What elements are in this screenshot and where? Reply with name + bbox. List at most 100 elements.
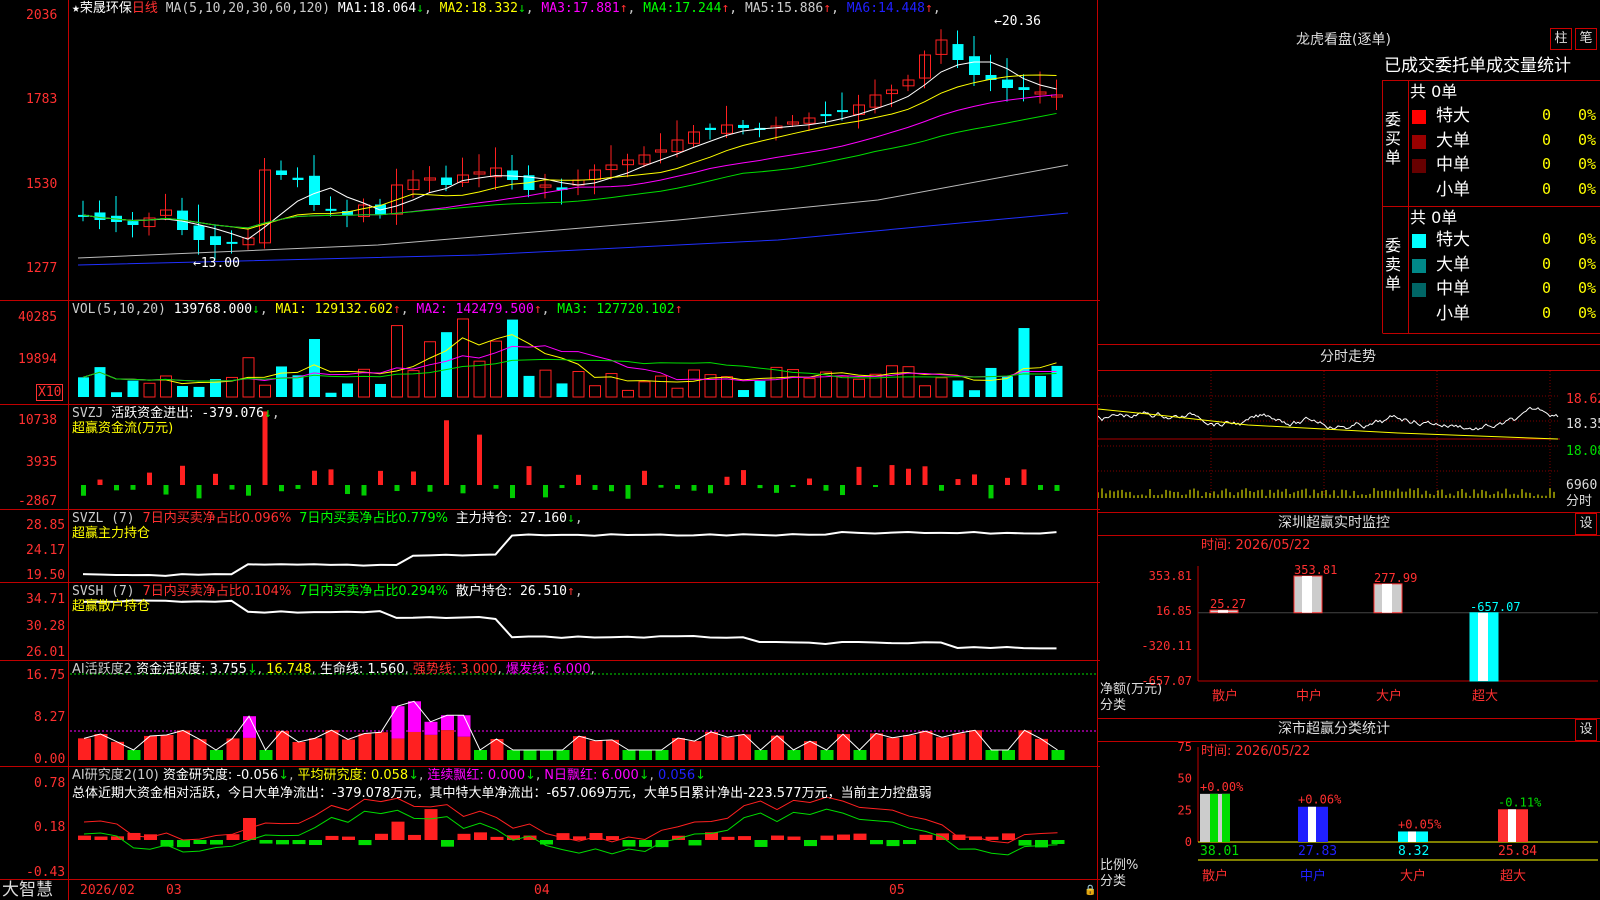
volume-bar	[325, 392, 337, 397]
fund-flow-bar	[196, 485, 202, 499]
classify-tick: 0	[1185, 835, 1192, 849]
ma-legend-item: MA5:	[744, 1, 777, 16]
research-bar	[804, 840, 817, 847]
order-size-label: 小单	[1436, 303, 1470, 324]
fund-flow-bar	[378, 470, 383, 485]
volume-bar	[259, 384, 271, 398]
retail-holding-line	[82, 599, 1057, 650]
volume-bar	[688, 369, 700, 398]
volume-bar	[919, 385, 931, 398]
period-label[interactable]: 日线	[132, 1, 158, 16]
research-bar	[622, 840, 636, 847]
stock-name[interactable]: 荣晟环保	[80, 1, 132, 16]
fund-flow-bar	[97, 479, 103, 485]
ma-line	[82, 74, 1057, 230]
svzj-sub: 超赢资金流(万元)	[72, 421, 174, 436]
lock-icon[interactable]: 🔒	[1084, 883, 1096, 898]
volume-bar	[94, 367, 106, 397]
activity-bar	[589, 740, 603, 760]
order-swatch	[1412, 234, 1426, 248]
chart-canvas[interactable]	[0, 0, 1100, 900]
activity-bar	[441, 730, 454, 760]
activity-bar	[342, 739, 355, 760]
fund-flow-bar	[312, 470, 317, 485]
volume-bar	[589, 385, 601, 398]
order-percent: 0%	[1578, 279, 1597, 297]
classify-settings-button[interactable]: 设	[1575, 719, 1597, 741]
order-size-label: 中单	[1436, 279, 1470, 299]
research-bar	[886, 840, 900, 847]
order-percent: 0%	[1578, 106, 1597, 124]
order-percent: 0%	[1578, 254, 1597, 273]
volume-bar	[127, 380, 139, 397]
activity-bar	[78, 738, 91, 760]
activity-bar	[820, 750, 834, 760]
monitor-tick: -320.11	[1141, 639, 1192, 653]
order-count: 0	[1542, 230, 1552, 248]
y-tick: 16.75	[26, 668, 66, 683]
research-bar	[771, 835, 784, 840]
candle-down	[226, 241, 238, 244]
intraday-title: 分时走势	[1320, 349, 1376, 365]
order-count: 0	[1542, 254, 1552, 273]
intraday-price: 18.62	[1566, 392, 1600, 407]
fund-flow-bar	[708, 485, 713, 494]
y-tick: 2036	[26, 8, 58, 23]
fund-flow-bar	[1021, 469, 1027, 485]
monitor-settings-button[interactable]: 设	[1575, 513, 1597, 535]
research-bar	[457, 833, 471, 840]
order-percent: 0%	[1578, 155, 1597, 173]
research-bar	[490, 836, 504, 840]
fund-flow-bar	[526, 466, 532, 485]
research-bar	[78, 835, 91, 840]
classify-title: 深市超赢分类统计	[1278, 721, 1390, 737]
order-size-label: 特大	[1436, 106, 1470, 126]
vol-header: VOL(5,10,20) 139768.000↓, MA1: 129132.60…	[72, 302, 683, 317]
tick-view-button[interactable]: 笔	[1575, 28, 1597, 50]
activity-bar	[424, 734, 438, 760]
intraday-chart[interactable]	[1098, 371, 1600, 512]
star-icon[interactable]: ★	[72, 1, 80, 16]
volume-bar	[738, 390, 749, 397]
monitor-category: 超大	[1472, 689, 1498, 704]
monitor-y-label: 净额(万元)	[1100, 682, 1163, 697]
volume-bar	[342, 383, 353, 397]
monitor-bar	[1293, 575, 1323, 614]
intraday-vol-label: 分时	[1566, 494, 1593, 509]
activity-bar	[639, 750, 652, 760]
activity-bar	[540, 750, 553, 760]
fund-flow-bar	[741, 470, 746, 485]
volume-bar	[507, 319, 518, 397]
fund-flow-bar	[840, 485, 845, 496]
volume-bar	[523, 375, 535, 397]
volume-bar	[276, 366, 287, 397]
volume-bar	[473, 360, 486, 398]
research-bar	[1051, 840, 1065, 844]
y-tick: 40285	[18, 310, 58, 325]
order-swatch	[1412, 159, 1426, 173]
research-bar	[276, 840, 289, 845]
monitor-bar	[1373, 583, 1403, 614]
y-tick: 0.18	[34, 820, 66, 835]
fund-flow-bar	[922, 466, 928, 485]
svsh-sub: 超赢散户持仓	[72, 599, 151, 614]
bar-view-button[interactable]: 柱	[1550, 28, 1572, 50]
activity-burst-bar	[408, 701, 421, 732]
monitor-tick: 353.81	[1149, 569, 1192, 583]
ai1-header: AI活跃度2 资金活跃度: 3.755↓, 16.748, 生命线: 1.560…	[72, 662, 595, 677]
research-bar	[193, 840, 207, 845]
fund-flow-bar	[873, 485, 878, 488]
buy-total: 共 0单	[1410, 82, 1458, 101]
research-bar	[358, 840, 372, 846]
dragon-tabs[interactable]: 已成交委托单成交量统计	[1384, 56, 1571, 76]
classify-category: 超大	[1500, 869, 1526, 884]
fund-flow-bar	[411, 471, 416, 485]
y-tick: 1783	[26, 92, 58, 107]
classify-bar	[1398, 831, 1428, 842]
activity-burst-bar	[441, 715, 454, 731]
order-size-label: 中单	[1436, 155, 1470, 175]
candle-down	[837, 110, 848, 113]
fund-flow-bar	[427, 485, 433, 492]
fund-flow-bar	[262, 411, 268, 485]
classify-tick: 75	[1178, 742, 1192, 754]
